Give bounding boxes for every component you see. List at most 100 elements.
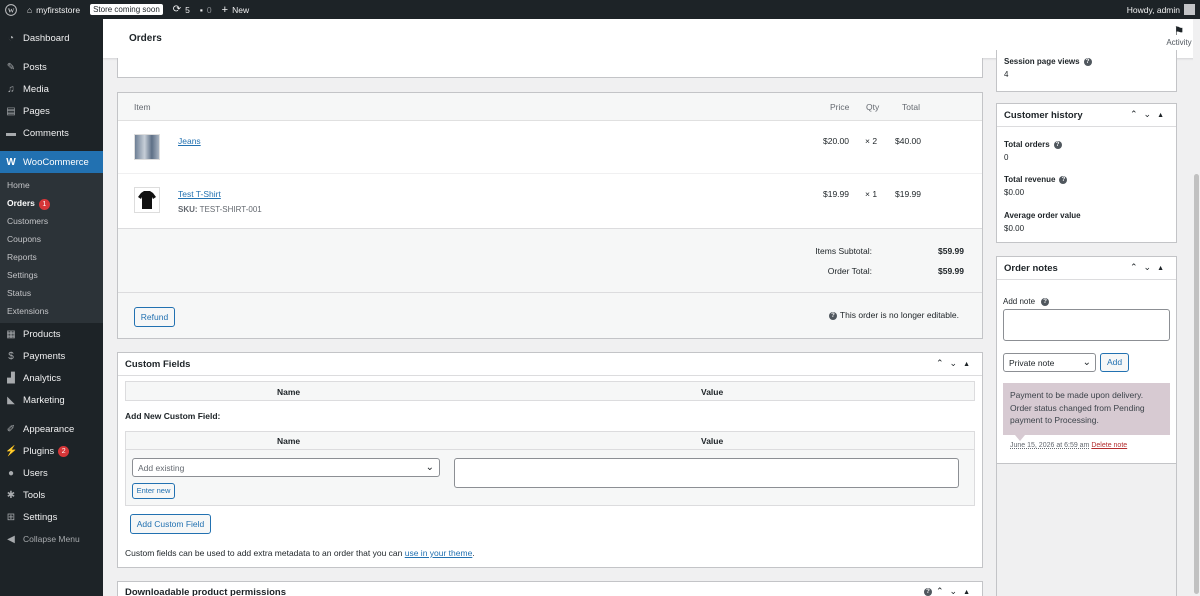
items-header-row: Item Price Qty Total: [118, 93, 982, 121]
sidebar-item-label: Marketing: [23, 394, 65, 406]
toggle-arrow-icon[interactable]: ▲: [1157, 265, 1170, 272]
sidebar-item-tools[interactable]: ✱ Tools: [0, 484, 103, 506]
sidebar-item-pages[interactable]: ▤ Pages: [0, 100, 103, 122]
sidebar-item-users[interactable]: ● Users: [0, 462, 103, 484]
submenu-extensions[interactable]: Extensions: [0, 302, 103, 320]
custom-fields-box: Custom Fields ⌃⌄▲ Name Value Add New Cus…: [117, 352, 983, 568]
submenu-reports[interactable]: Reports: [0, 248, 103, 266]
avg-order-value-label: Average order value: [1004, 211, 1081, 220]
comments-count: 0: [206, 4, 212, 15]
sidebar-item-marketing[interactable]: ◣ Marketing: [0, 389, 103, 411]
product-link[interactable]: Jeans: [178, 136, 201, 146]
site-name: myfirststore: [36, 4, 81, 15]
col-value: Value: [701, 387, 724, 397]
submenu-home[interactable]: Home: [0, 176, 103, 194]
chevron-up-icon[interactable]: ⌃: [1130, 109, 1144, 119]
sku-label: SKU:: [178, 205, 198, 214]
add-existing-select[interactable]: Add existing ⌄: [132, 458, 440, 477]
custom-field-value-textarea[interactable]: [454, 458, 959, 488]
help-icon: ?: [828, 311, 837, 320]
page-scrollbar[interactable]: [1193, 19, 1200, 596]
footnote-text: Custom fields can be used to add extra m…: [125, 548, 405, 558]
chevron-down-icon[interactable]: ⌄: [950, 586, 964, 596]
sidebar-item-settings[interactable]: ⊞ Settings: [0, 506, 103, 528]
help-icon: ?: [1059, 175, 1068, 184]
wordpress-logo-icon[interactable]: W: [0, 0, 22, 19]
chevron-up-icon[interactable]: ⌃: [936, 586, 950, 596]
order-total-label: Order Total:: [827, 266, 872, 276]
refund-button[interactable]: Refund: [134, 307, 175, 327]
col-name: Name: [277, 387, 301, 397]
woocommerce-submenu: Home Orders 1 Customers Coupons Reports S…: [0, 173, 103, 323]
delete-note-link[interactable]: Delete note: [1091, 442, 1127, 449]
box-controls: ⌃⌄▲: [1130, 109, 1170, 120]
new-field-header: Name Value: [126, 432, 974, 450]
submenu-status[interactable]: Status: [0, 284, 103, 302]
chevron-down-icon[interactable]: ⌄: [1144, 262, 1158, 272]
toggle-arrow-icon[interactable]: ▲: [1157, 112, 1170, 119]
order-notes-title: Order notes: [1004, 263, 1058, 274]
sidebar-item-appearance[interactable]: ✐ Appearance: [0, 418, 103, 440]
item-qty: × 2: [865, 136, 878, 146]
product-link[interactable]: Test T-Shirt: [178, 189, 221, 199]
add-custom-field-button[interactable]: Add Custom Field: [130, 514, 211, 534]
sidebar-item-payments[interactable]: $ Payments: [0, 345, 103, 367]
collapse-menu-button[interactable]: ◀ Collapse Menu: [0, 528, 103, 550]
customer-history-title: Customer history: [1004, 110, 1083, 121]
chevron-down-icon: ⌄: [1082, 357, 1091, 368]
order-notes-box: Order notes ⌃⌄▲ Add note? Private note ⌄…: [996, 256, 1177, 464]
submenu-settings[interactable]: Settings: [0, 266, 103, 284]
chevron-up-icon[interactable]: ⌃: [936, 358, 950, 368]
sidebar-item-products[interactable]: ▦ Products: [0, 323, 103, 345]
megaphone-icon: ◣: [7, 394, 15, 406]
total-orders-label: Total orders?: [1004, 140, 1062, 149]
submenu-customers[interactable]: Customers: [0, 212, 103, 230]
archive-icon: ▦: [6, 328, 16, 340]
sidebar-item-analytics[interactable]: ▟ Analytics: [0, 367, 103, 389]
plugin-icon: ⚡: [5, 445, 18, 457]
customer-activity-box: Session page views? 4: [996, 50, 1177, 92]
admin-bar: W ⌂ myfirststore Store coming soon ⟳ 5 ▪…: [0, 0, 1200, 19]
sidebar-item-comments[interactable]: ▬ Comments: [0, 122, 103, 144]
sidebar-item-plugins[interactable]: ⚡ Plugins 2: [0, 440, 103, 462]
sidebar-item-woocommerce[interactable]: W WooCommerce: [0, 151, 103, 173]
col-item: Item: [134, 102, 151, 112]
refresh-icon: ⟳: [172, 4, 182, 15]
avg-order-value: $0.00: [1004, 224, 1025, 233]
chevron-up-icon[interactable]: ⌃: [1130, 262, 1144, 272]
admin-sidebar: ◔ Dashboard ✎ Posts ♫ Media ▤ Pages ▬ Comment…: [0, 19, 103, 596]
toggle-arrow-icon[interactable]: ▲: [963, 589, 976, 596]
sidebar-item-label: Comments: [23, 127, 69, 139]
brush-icon: ✐: [6, 423, 16, 435]
submenu-coupons[interactable]: Coupons: [0, 230, 103, 248]
box-controls: ⌃⌄▲: [1130, 262, 1170, 273]
session-views-label: Session page views?: [1004, 57, 1092, 66]
toggle-arrow-icon[interactable]: ▲: [963, 361, 976, 368]
site-name-link[interactable]: ⌂ myfirststore: [22, 0, 85, 19]
submenu-orders[interactable]: Orders 1: [0, 194, 103, 212]
chevron-down-icon[interactable]: ⌄: [950, 358, 964, 368]
account-menu[interactable]: Howdy, admin: [1122, 0, 1200, 19]
box-controls: ? ⌃⌄▲: [923, 586, 976, 596]
comments-link[interactable]: ▪ 0: [195, 0, 217, 19]
users-icon: ●: [7, 467, 15, 479]
footnote-end: .: [472, 548, 475, 558]
sidebar-item-posts[interactable]: ✎ Posts: [0, 56, 103, 78]
store-status[interactable]: Store coming soon: [85, 0, 168, 19]
new-content-link[interactable]: + New: [217, 0, 254, 19]
scrollbar-thumb[interactable]: [1194, 174, 1199, 594]
order-total-value: $59.99: [938, 266, 964, 276]
sidebar-item-label: Pages: [23, 105, 50, 117]
sidebar-item-dashboard[interactable]: ◔ Dashboard: [0, 27, 103, 49]
note-type-select[interactable]: Private note ⌄: [1003, 353, 1096, 372]
add-note-textarea[interactable]: [1003, 309, 1170, 341]
use-in-theme-link[interactable]: use in your theme: [405, 548, 473, 558]
updates-link[interactable]: ⟳ 5: [168, 0, 195, 19]
sidebar-item-media[interactable]: ♫ Media: [0, 78, 103, 100]
activity-button[interactable]: ⚑ Activity: [1164, 24, 1194, 47]
add-note-button[interactable]: Add: [1100, 353, 1129, 372]
item-price: $20.00: [823, 136, 849, 146]
enter-new-button[interactable]: Enter new: [132, 483, 175, 499]
home-icon: ⌂: [27, 4, 33, 15]
chevron-down-icon[interactable]: ⌄: [1144, 109, 1158, 119]
